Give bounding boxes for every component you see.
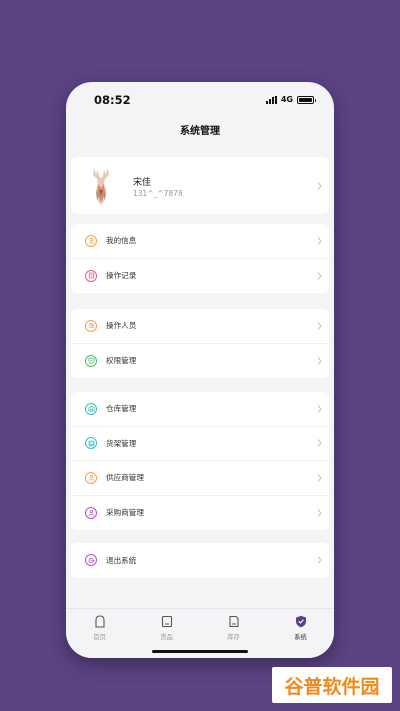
menu-item-warehouse[interactable]: 仓库管理 <box>71 392 329 427</box>
chevron-right-icon <box>317 508 322 517</box>
operators-icon <box>85 319 97 332</box>
chevron-right-icon <box>317 473 322 482</box>
page-title: 系统管理 <box>180 126 220 137</box>
chevron-right-icon <box>317 236 322 245</box>
shelf-icon <box>85 437 97 450</box>
profile-card[interactable]: 宋佳 131^_^7878 <box>71 157 329 214</box>
inventory-icon <box>228 615 239 628</box>
network-type: 4G <box>280 95 293 104</box>
bottom-tab-bar: 首页 货品 库存 系统 <box>66 608 334 658</box>
avatar <box>93 168 109 205</box>
profile-phone: 131^_^7878 <box>133 189 183 198</box>
tab-label: 首页 <box>93 634 106 641</box>
watermark-logo: 谷普软件园 <box>272 667 392 703</box>
menu-item-label: 仓库管理 <box>106 404 137 414</box>
menu-item-operators[interactable]: 操作人员 <box>71 309 329 344</box>
phone-screen: 08:52 4G 系统管理 宋佳 131^_^7878 我的信息 操作记录 操作… <box>66 82 334 658</box>
menu-item-operation-log[interactable]: 操作记录 <box>71 259 329 294</box>
purchaser-icon <box>85 506 97 519</box>
signal-icon <box>265 95 277 104</box>
menu-item-label: 退出系统 <box>106 555 137 565</box>
supplier-icon <box>85 471 97 484</box>
status-time: 08:52 <box>94 93 131 107</box>
menu-item-permissions[interactable]: 权限管理 <box>71 344 329 379</box>
tab-label: 货品 <box>160 634 173 641</box>
logout-icon <box>85 554 97 567</box>
menu-item-label: 操作人员 <box>106 321 137 331</box>
menu-item-logout[interactable]: 退出系统 <box>71 543 329 578</box>
status-indicators: 4G <box>265 95 316 104</box>
status-bar: 08:52 4G <box>66 82 334 118</box>
menu-group-staff: 操作人员 权限管理 <box>71 309 329 378</box>
chevron-right-icon <box>317 271 322 280</box>
tab-home[interactable]: 首页 <box>66 609 133 658</box>
menu-item-label: 货架管理 <box>106 438 137 448</box>
menu-item-my-info[interactable]: 我的信息 <box>71 224 329 259</box>
home-doc-icon <box>94 615 105 628</box>
home-indicator[interactable] <box>152 650 248 653</box>
menu-item-label: 采购商管理 <box>106 508 144 518</box>
shield-permission-icon <box>85 354 97 367</box>
menu-group-logout: 退出系统 <box>71 543 329 578</box>
chevron-right-icon <box>317 181 322 190</box>
goods-icon <box>161 615 172 628</box>
watermark-text: 谷普软件园 <box>284 675 380 698</box>
menu-item-shelves[interactable]: 货架管理 <box>71 427 329 461</box>
chevron-right-icon <box>317 356 322 365</box>
menu-group-management: 仓库管理 货架管理 供应商管理 采购商管理 <box>71 392 329 530</box>
menu-item-label: 供应商管理 <box>106 473 144 483</box>
menu-item-purchasers[interactable]: 采购商管理 <box>71 496 329 531</box>
menu-item-label: 我的信息 <box>106 236 137 246</box>
chevron-right-icon <box>317 321 322 330</box>
record-list-icon <box>85 269 97 282</box>
tab-system[interactable]: 系统 <box>267 609 334 658</box>
menu-item-label: 操作记录 <box>106 271 137 281</box>
user-info-icon <box>85 234 97 247</box>
system-shield-icon <box>295 615 306 628</box>
tab-label: 系统 <box>294 634 307 641</box>
menu-group-account: 我的信息 操作记录 <box>71 224 329 293</box>
profile-name: 宋佳 <box>133 178 152 188</box>
chevron-right-icon <box>317 404 322 413</box>
menu-item-label: 权限管理 <box>106 356 137 366</box>
chevron-right-icon <box>317 556 322 565</box>
warehouse-icon <box>85 402 97 415</box>
tab-label: 库存 <box>227 634 240 641</box>
menu-item-suppliers[interactable]: 供应商管理 <box>71 461 329 496</box>
battery-icon <box>297 95 316 104</box>
chevron-right-icon <box>317 439 322 448</box>
